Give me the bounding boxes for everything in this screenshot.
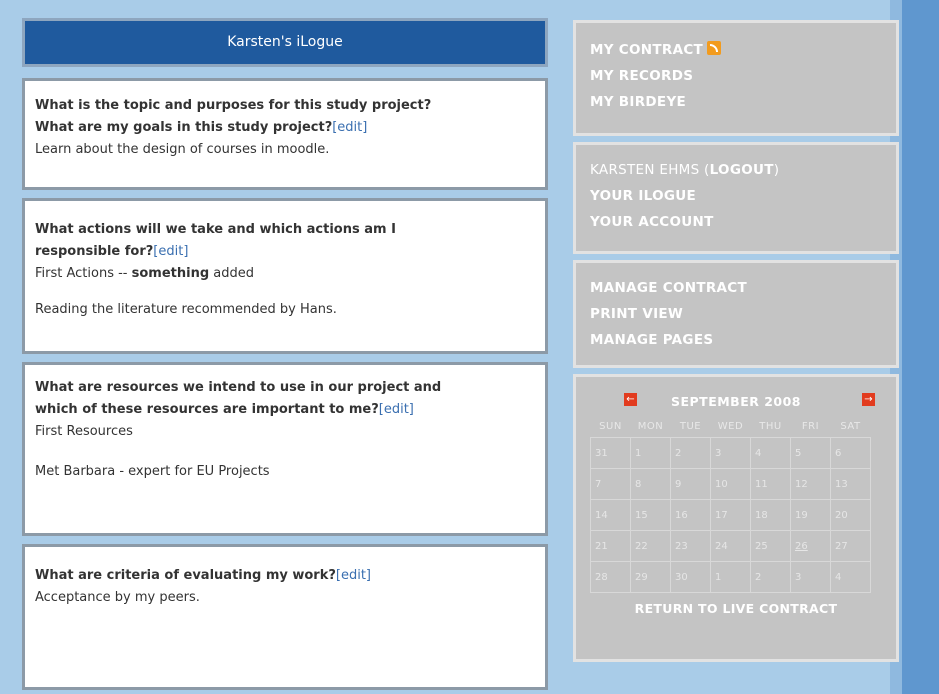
my-contract-link[interactable]: MY CONTRACT — [590, 37, 882, 63]
answer: First Resources — [35, 424, 133, 439]
edit-link[interactable]: [edit] — [336, 568, 371, 583]
calendar-day[interactable]: 24 — [710, 530, 751, 562]
card-actions: What actions will we take and which acti… — [22, 198, 548, 354]
calendar-day[interactable]: 16 — [670, 499, 711, 531]
manage-pages-link[interactable]: MANAGE PAGES — [590, 327, 882, 353]
nav-panel-user: KARSTEN EHMS (LOGOUT) YOUR ILOGUE YOUR A… — [573, 142, 899, 254]
calendar-day[interactable]: 15 — [630, 499, 671, 531]
card-criteria: What are criteria of evaluating my work?… — [22, 544, 548, 690]
weekday-label: WED — [717, 420, 744, 432]
edit-link[interactable]: [edit] — [379, 402, 414, 417]
calendar-day[interactable]: 22 — [630, 530, 671, 562]
rss-icon[interactable] — [707, 41, 722, 55]
calendar-week-row: 7 8 9 10 11 12 13 — [590, 468, 871, 500]
calendar-day[interactable]: 13 — [830, 468, 871, 500]
calendar-panel: ← SEPTEMBER 2008 → SUN MON TUE WED THU F… — [573, 374, 899, 662]
calendar-day[interactable]: 10 — [710, 468, 751, 500]
calendar-day[interactable]: 4 — [750, 437, 791, 469]
calendar-day[interactable]: 1 — [710, 561, 751, 593]
calendar-day[interactable]: 8 — [630, 468, 671, 500]
weekday-label: SUN — [599, 420, 622, 432]
calendar-day[interactable]: 6 — [830, 437, 871, 469]
return-to-live-contract-link[interactable]: RETURN TO LIVE CONTRACT — [584, 601, 888, 616]
answer: Acceptance by my peers. — [35, 590, 200, 605]
question: which of these resources are important t… — [35, 402, 414, 417]
question: responsible for?[edit] — [35, 244, 189, 259]
calendar-week-row: 21 22 23 24 25 26 27 — [590, 530, 871, 562]
right-stripe — [902, 0, 939, 694]
manage-contract-link[interactable]: MANAGE CONTRACT — [590, 275, 882, 301]
calendar-day[interactable]: 9 — [670, 468, 711, 500]
answer: Learn about the design of courses in moo… — [35, 142, 330, 157]
calendar-week-row: 28 29 30 1 2 3 4 — [590, 561, 871, 593]
card-resources: What are resources we intend to use in o… — [22, 362, 548, 536]
calendar-day[interactable]: 30 — [670, 561, 711, 593]
calendar-day[interactable]: 21 — [590, 530, 631, 562]
page-title: Karsten's iLogue — [22, 18, 548, 67]
weekday-label: FRI — [801, 420, 820, 432]
user-name: KARSTEN EHMS — [590, 162, 700, 178]
my-birdeye-link[interactable]: MY BIRDEYE — [590, 89, 882, 115]
calendar-day[interactable]: 17 — [710, 499, 751, 531]
question: What are criteria of evaluating my work?… — [35, 568, 372, 583]
calendar-day[interactable]: 2 — [670, 437, 711, 469]
calendar-day[interactable]: 1 — [630, 437, 671, 469]
question: What are my goals in this study project?… — [35, 120, 368, 135]
calendar-month: SEPTEMBER 2008 — [670, 394, 802, 409]
answer: First Actions -- something added — [35, 266, 255, 281]
answer: Reading the literature recommended by Ha… — [35, 302, 337, 317]
calendar-day[interactable]: 28 — [590, 561, 631, 593]
my-records-link[interactable]: MY RECORDS — [590, 63, 882, 89]
logout-link[interactable]: LOGOUT — [710, 162, 774, 178]
calendar-day[interactable]: 23 — [670, 530, 711, 562]
calendar-day[interactable]: 29 — [630, 561, 671, 593]
answer: Met Barbara - expert for EU Projects — [35, 464, 270, 479]
arrow-right-icon[interactable]: → — [862, 393, 875, 406]
nav-panel-manage: MANAGE CONTRACT PRINT VIEW MANAGE PAGES — [573, 260, 899, 368]
calendar-day[interactable]: 12 — [790, 468, 831, 500]
your-account-link[interactable]: YOUR ACCOUNT — [590, 209, 882, 235]
calendar-day[interactable]: 31 — [590, 437, 631, 469]
calendar-day[interactable]: 4 — [830, 561, 871, 593]
calendar-week-row: 31 1 2 3 4 5 6 — [590, 437, 871, 469]
calendar-day[interactable]: 11 — [750, 468, 791, 500]
nav-panel-my: MY CONTRACT MY RECORDS MY BIRDEYE — [573, 20, 899, 136]
question: What is the topic and purposes for this … — [35, 98, 432, 113]
weekday-label: THU — [759, 420, 782, 432]
edit-link[interactable]: [edit] — [153, 244, 188, 259]
calendar-day[interactable]: 7 — [590, 468, 631, 500]
weekday-label: SAT — [840, 420, 861, 432]
calendar-grid: SUN MON TUE WED THU FRI SAT 31 1 2 3 4 5 6 7 8 9 1… — [590, 415, 871, 593]
calendar-day[interactable]: 2 — [750, 561, 791, 593]
your-ilogue-link[interactable]: YOUR ILOGUE — [590, 183, 882, 209]
calendar-day[interactable]: 3 — [790, 561, 831, 593]
calendar-day[interactable]: 20 — [830, 499, 871, 531]
calendar-day[interactable]: 26 — [790, 530, 831, 562]
calendar-day[interactable]: 18 — [750, 499, 791, 531]
weekday-row: SUN MON TUE WED THU FRI SAT — [591, 415, 871, 438]
card-topic: What is the topic and purposes for this … — [22, 78, 548, 190]
calendar-header: ← SEPTEMBER 2008 → — [584, 387, 888, 415]
calendar-week-row: 14 15 16 17 18 19 20 — [590, 499, 871, 531]
user-line: KARSTEN EHMS (LOGOUT) — [590, 162, 780, 178]
edit-link[interactable]: [edit] — [332, 120, 367, 135]
question: What actions will we take and which acti… — [35, 222, 396, 237]
calendar-body: 31 1 2 3 4 5 6 7 8 9 10 11 12 13 14 15 16 17 18 19 20 21 22 23 2… — [590, 437, 871, 593]
calendar-day[interactable]: 27 — [830, 530, 871, 562]
calendar-day[interactable]: 3 — [710, 437, 751, 469]
calendar-day[interactable]: 25 — [750, 530, 791, 562]
calendar-day[interactable]: 14 — [590, 499, 631, 531]
weekday-label: TUE — [679, 420, 702, 432]
weekday-label: MON — [637, 420, 664, 432]
calendar-day[interactable]: 19 — [790, 499, 831, 531]
print-view-link[interactable]: PRINT VIEW — [590, 301, 882, 327]
calendar-day[interactable]: 5 — [790, 437, 831, 469]
question: What are resources we intend to use in o… — [35, 380, 442, 395]
